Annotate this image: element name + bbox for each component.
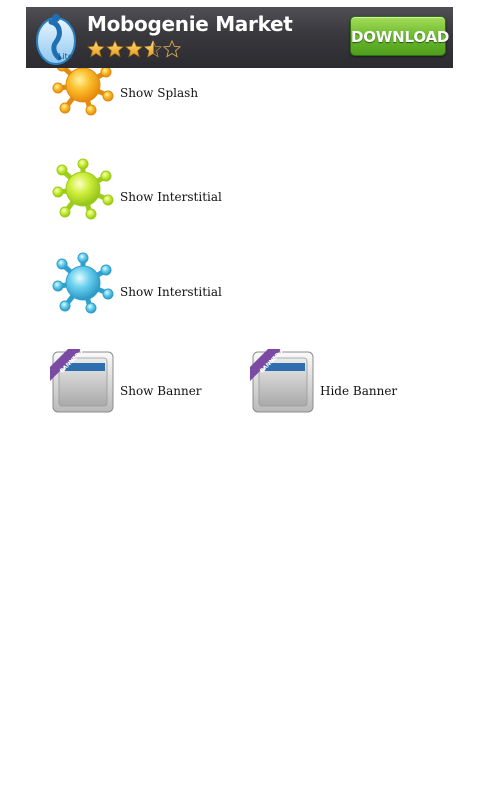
show-splash-label: Show Splash [120, 86, 199, 100]
banner-ad-icon: BANNER AD [250, 349, 314, 413]
star-full-icon [87, 40, 105, 58]
blue-splat-icon [50, 250, 116, 316]
app-screen: Lite Mobogenie Market DOWNLOAD Show Spla… [0, 0, 480, 800]
download-button[interactable]: DOWNLOAD [350, 16, 449, 56]
show-interstitial-button[interactable]: Show Interstitial [50, 156, 230, 222]
show-banner-button[interactable]: BANNER AD Show Banner [50, 349, 210, 415]
ad-banner[interactable]: Lite Mobogenie Market DOWNLOAD [26, 7, 453, 68]
star-full-icon [125, 40, 143, 58]
logo-badge: Lite [58, 52, 73, 61]
mobogenie-lite-logo-icon: Lite [36, 14, 76, 65]
show-interstitial-label: Show Interstitial [120, 190, 222, 204]
app-name: Mobogenie Market [87, 12, 293, 36]
star-full-icon [106, 40, 124, 58]
star-rating [87, 40, 181, 60]
banner-ad-icon: BANNER AD [50, 349, 114, 413]
green-splat-icon [50, 156, 116, 222]
star-empty-icon [163, 40, 181, 58]
hide-banner-button[interactable]: BANNER AD Hide Banner [250, 349, 410, 415]
show-interstitial-button-2[interactable]: Show Interstitial [50, 250, 230, 316]
show-banner-label: Show Banner [120, 384, 202, 398]
hide-banner-label: Hide Banner [320, 384, 398, 398]
star-half-icon [144, 40, 162, 58]
show-interstitial-label: Show Interstitial [120, 285, 222, 299]
